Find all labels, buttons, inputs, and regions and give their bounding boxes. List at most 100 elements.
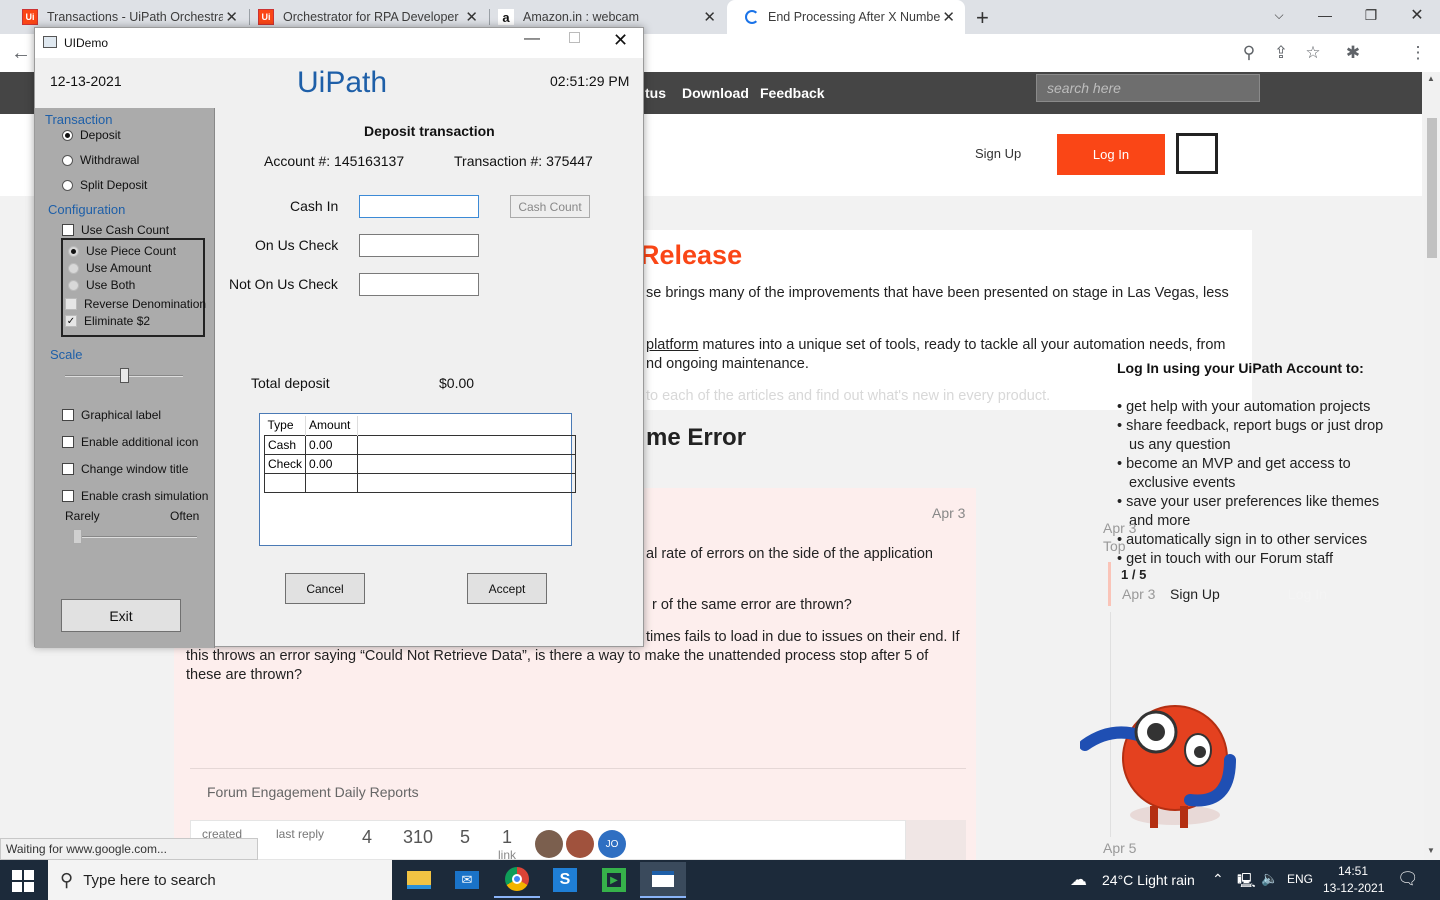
checkbox-reverse-denomination[interactable]: Reverse Denomination bbox=[65, 297, 206, 311]
scrollbar-thumb[interactable] bbox=[1427, 118, 1437, 258]
accept-button[interactable]: Accept bbox=[467, 573, 547, 604]
exit-button[interactable]: Exit bbox=[61, 599, 181, 632]
sign-up-link[interactable]: Sign Up bbox=[975, 146, 1021, 161]
uipath-favicon-icon: Ui bbox=[258, 9, 274, 25]
notifications-icon[interactable]: 🗨 bbox=[1397, 869, 1419, 889]
log-in-link[interactable]: Log In bbox=[1288, 586, 1327, 602]
start-windows-icon[interactable] bbox=[12, 870, 34, 892]
grid-cell-amount[interactable]: 0.00 bbox=[305, 453, 359, 474]
share-icon[interactable]: ⇪ bbox=[1270, 42, 1292, 64]
timeline-top-link[interactable]: Top bbox=[1103, 538, 1126, 554]
rarely-label: Rarely bbox=[65, 509, 100, 523]
volume-icon[interactable]: 🔈 bbox=[1261, 870, 1278, 887]
avatar-jo[interactable]: JO bbox=[598, 830, 626, 858]
table-row[interactable]: Cash 0.00 bbox=[263, 434, 576, 455]
chrome-icon[interactable] bbox=[494, 862, 540, 898]
scale-slider-thumb[interactable] bbox=[120, 368, 129, 383]
crash-frequency-thumb[interactable] bbox=[73, 529, 82, 544]
back-arrow-icon[interactable]: ← bbox=[10, 42, 32, 64]
weather-cloud-icon[interactable]: ☁ bbox=[1070, 870, 1087, 890]
checkbox-eliminate-2[interactable]: ✓ Eliminate $2 bbox=[65, 314, 150, 328]
checkbox-enable-crash-simulation[interactable]: Enable crash simulation bbox=[62, 489, 208, 503]
close-window-icon[interactable]: ✕ bbox=[1394, 0, 1440, 30]
language-indicator[interactable]: ENG bbox=[1287, 872, 1313, 886]
time-label: 02:51:29 PM bbox=[550, 73, 630, 89]
checkbox-use-cash-count[interactable]: Use Cash Count bbox=[62, 223, 169, 237]
new-tab-button[interactable]: + bbox=[976, 5, 989, 31]
table-row-new[interactable] bbox=[263, 472, 576, 493]
close-window-icon[interactable]: ✕ bbox=[613, 30, 628, 51]
grid-cell-amount[interactable]: 0.00 bbox=[305, 434, 359, 455]
post-line: al rate of errors on the side of the app… bbox=[646, 546, 933, 562]
minimize-icon[interactable]: — bbox=[1302, 0, 1348, 30]
file-explorer-icon[interactable] bbox=[396, 862, 442, 898]
scroll-up-icon[interactable]: ▲ bbox=[1427, 74, 1435, 83]
taskbar-search-box[interactable]: ⚲ Type here to search bbox=[48, 860, 392, 900]
close-tab-icon[interactable]: ✕ bbox=[942, 8, 955, 26]
radio-deposit[interactable]: Deposit bbox=[62, 128, 121, 142]
checkbox-enable-additional-icon[interactable]: Enable additional icon bbox=[62, 435, 198, 449]
release-paragraph-4: to each of the articles and find out wha… bbox=[646, 388, 1051, 404]
close-tab-icon[interactable]: ✕ bbox=[465, 8, 478, 26]
restore-icon[interactable]: ❐ bbox=[1348, 0, 1394, 30]
log-in-button[interactable]: Log In bbox=[1057, 134, 1165, 175]
close-tab-icon[interactable]: ✕ bbox=[225, 8, 238, 26]
cash-count-button[interactable]: Cash Count bbox=[510, 195, 590, 218]
grid-cell-type: Cash bbox=[263, 434, 307, 455]
tab-end-processing[interactable]: End Processing After X Number o ✕ bbox=[727, 0, 965, 34]
link-label: link bbox=[498, 848, 517, 860]
nav-link-feedback[interactable]: Feedback bbox=[760, 85, 825, 101]
checkbox-change-window-title[interactable]: Change window title bbox=[62, 462, 188, 476]
timeline-date: Apr 3 bbox=[1103, 520, 1137, 536]
extensions-puzzle-icon[interactable]: ✱ bbox=[1342, 42, 1364, 64]
platform-link[interactable]: platform bbox=[646, 337, 698, 353]
grid-cell-type: Check bbox=[263, 453, 307, 474]
sign-up-link[interactable]: Sign Up bbox=[1170, 586, 1220, 602]
engagement-link[interactable]: Forum Engagement Daily Reports bbox=[207, 784, 419, 800]
timeline-scrubber[interactable] bbox=[1108, 562, 1111, 606]
weather-text[interactable]: 24°C Light rain bbox=[1102, 872, 1195, 888]
uipath-studio-icon[interactable]: S bbox=[542, 862, 588, 898]
topic-map-toggle[interactable] bbox=[906, 820, 966, 860]
uipath-assistant-icon[interactable]: ▶ bbox=[591, 862, 637, 898]
minimize-icon[interactable]: — bbox=[524, 30, 540, 48]
clock-date[interactable]: 13-12-2021 bbox=[1323, 881, 1384, 895]
radio-withdrawal[interactable]: Withdrawal bbox=[62, 153, 139, 167]
hamburger-menu-button[interactable] bbox=[1176, 133, 1218, 174]
checkbox-icon bbox=[62, 490, 74, 502]
not-on-us-check-input[interactable] bbox=[359, 273, 479, 296]
avatar[interactable] bbox=[535, 830, 563, 858]
radio-icon bbox=[68, 262, 79, 274]
tab-search-chevron-icon[interactable]: ⌵ bbox=[1256, 0, 1302, 30]
nav-link-download[interactable]: Download bbox=[682, 85, 749, 101]
table-row[interactable]: Check 0.00 bbox=[263, 453, 576, 474]
brand-title: UiPath bbox=[297, 66, 388, 99]
radio-use-both[interactable]: Use Both bbox=[68, 278, 135, 292]
kebab-menu-icon[interactable]: ⋮ bbox=[1407, 42, 1429, 64]
close-tab-icon[interactable]: ✕ bbox=[703, 8, 716, 26]
cancel-button[interactable]: Cancel bbox=[285, 573, 365, 604]
cash-in-input[interactable] bbox=[359, 195, 479, 218]
checkbox-graphical-label[interactable]: Graphical label bbox=[62, 408, 161, 422]
scroll-down-icon[interactable]: ▼ bbox=[1427, 846, 1435, 855]
site-search-input[interactable]: search here bbox=[1036, 74, 1260, 102]
maximize-icon[interactable] bbox=[569, 32, 580, 43]
mail-icon[interactable]: ✉ bbox=[444, 862, 490, 898]
radio-use-piece-count[interactable]: Use Piece Count bbox=[68, 244, 176, 258]
crash-frequency-track[interactable] bbox=[73, 536, 197, 538]
on-us-check-input[interactable] bbox=[359, 234, 479, 257]
avatar[interactable] bbox=[566, 830, 594, 858]
links-count: 1 bbox=[502, 827, 513, 847]
tray-chevron-icon[interactable]: ⌃ bbox=[1212, 871, 1224, 888]
clock-time[interactable]: 14:51 bbox=[1338, 864, 1368, 878]
zoom-icon[interactable]: ⚲ bbox=[1238, 42, 1260, 64]
not-on-us-check-label: Not On Us Check bbox=[229, 276, 338, 292]
radio-use-amount[interactable]: Use Amount bbox=[68, 261, 151, 275]
uidemo-taskbar-icon[interactable] bbox=[640, 862, 686, 898]
network-icon[interactable]: 🖳 bbox=[1237, 870, 1256, 894]
bookmark-star-icon[interactable]: ☆ bbox=[1302, 42, 1324, 64]
nav-link-status[interactable]: tus bbox=[645, 85, 666, 101]
radio-split-deposit[interactable]: Split Deposit bbox=[62, 178, 147, 192]
deposit-grid[interactable]: Type Amount Cash 0.00 Check 0.00 bbox=[259, 413, 576, 546]
list-item: • get in touch with our Forum staff bbox=[1117, 551, 1333, 567]
